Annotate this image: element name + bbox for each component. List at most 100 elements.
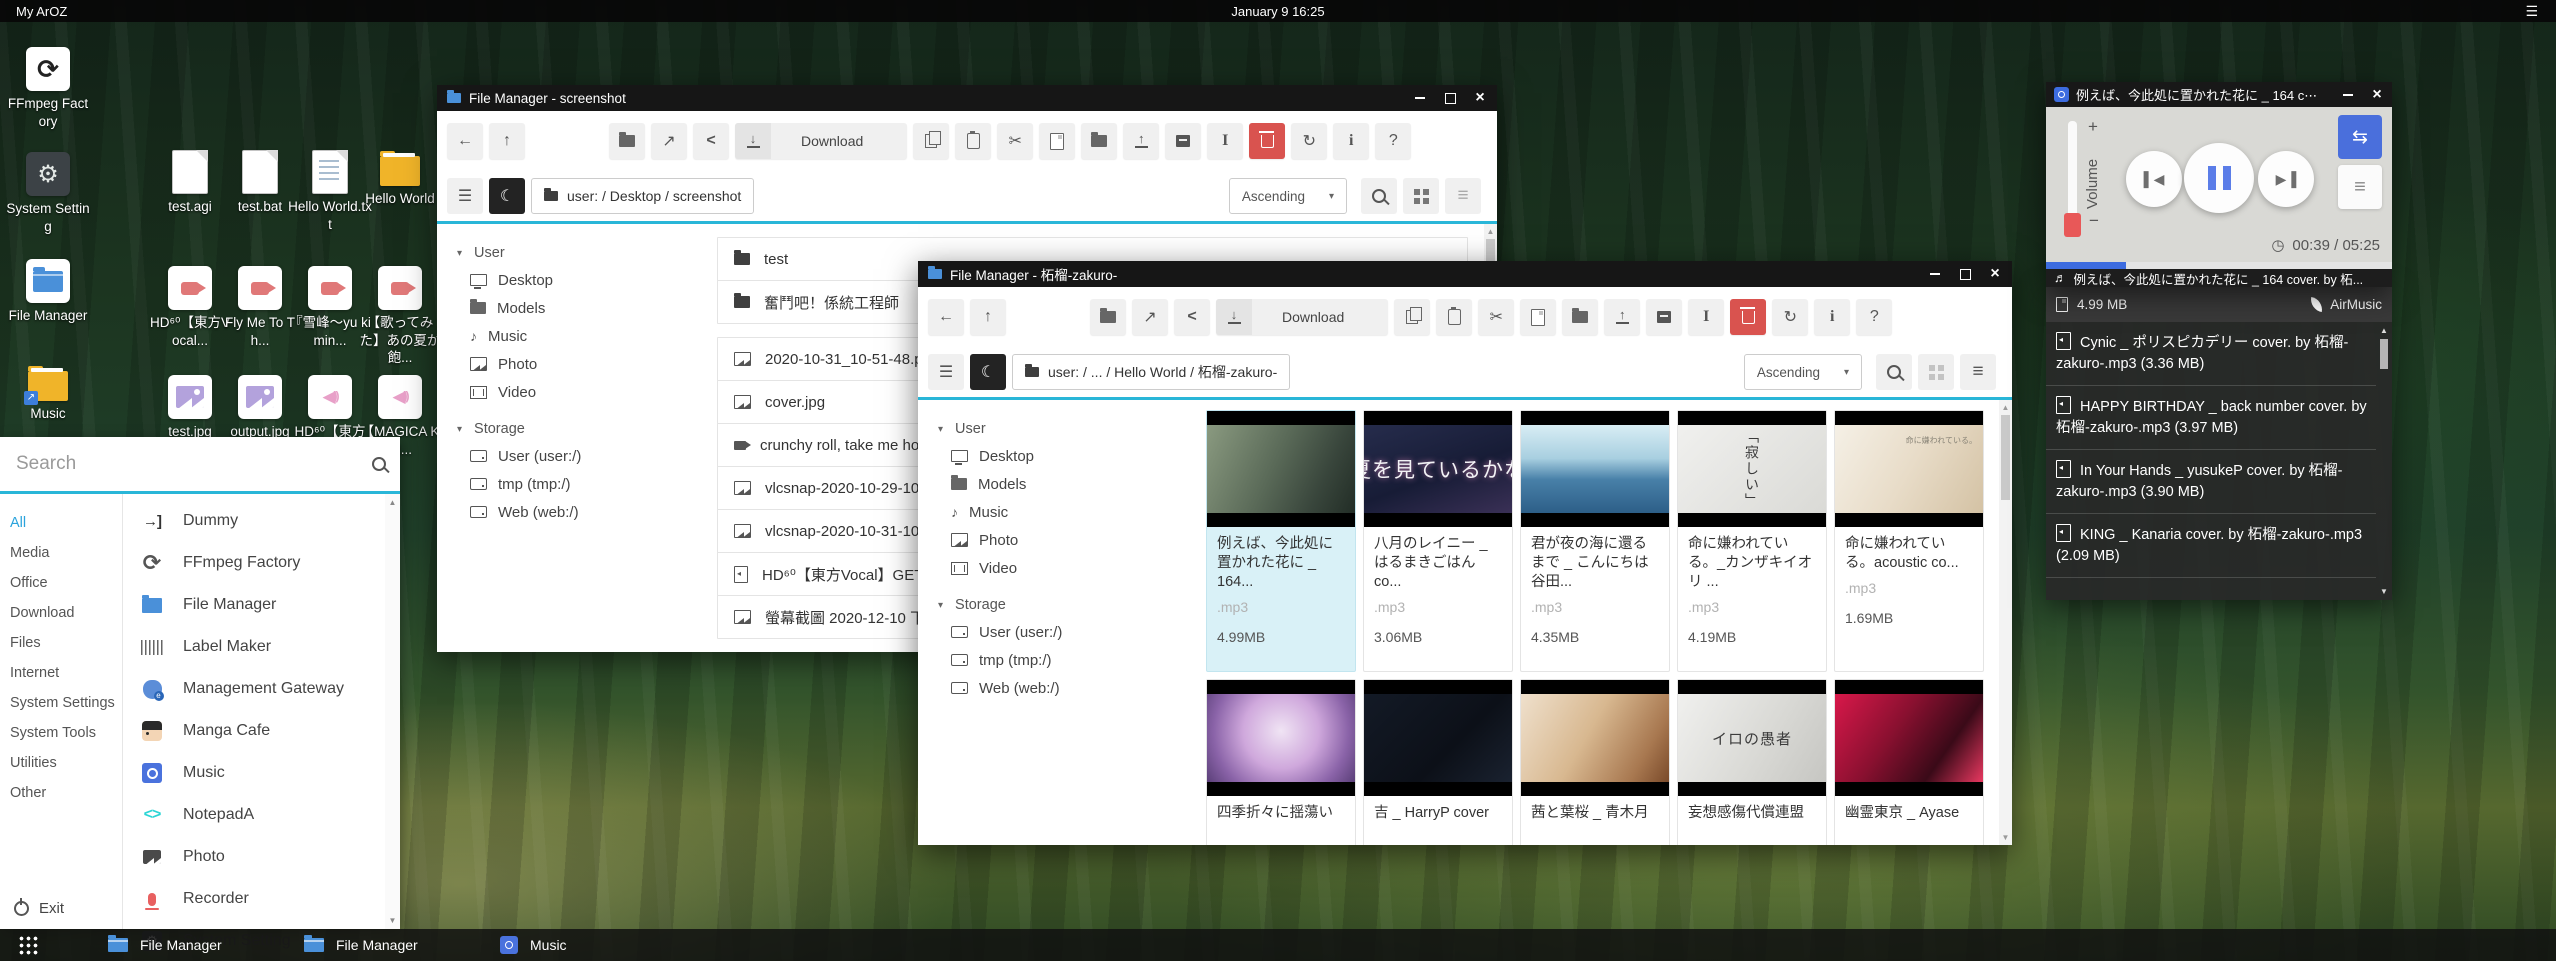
scroll-up-icon[interactable]: ▲ [2380,326,2388,335]
new-folder-button[interactable] [1562,299,1598,335]
title-bar[interactable]: File Manager - screenshot × [437,85,1497,111]
app-item-dummy[interactable]: →] Dummy [123,500,385,542]
list-view-button[interactable]: ≡ [1445,178,1481,214]
sidebar-item-models[interactable]: Models [938,470,1196,498]
top-menu-icon[interactable]: ☰ [2525,3,2538,20]
paste-button[interactable] [955,123,991,159]
info-button[interactable]: i [1814,299,1850,335]
sort-select[interactable]: Ascending ▾ [1744,354,1862,390]
info-button[interactable]: i [1333,123,1369,159]
volume-minus[interactable]: − [2089,211,2099,231]
tile-file[interactable]: 吉 _ HarryP cover [1363,679,1513,845]
menu-button[interactable]: ☰ [447,178,483,214]
open-external-button[interactable]: ↗ [1132,299,1168,335]
new-file-button[interactable] [1039,123,1075,159]
tile-file[interactable]: 幽霊東京 _ Ayase [1834,679,1984,845]
list-view-button[interactable]: ≡ [1960,354,1996,390]
sidebar-item-desktop[interactable]: Desktop [938,442,1196,470]
upload-button[interactable]: ↑ [1123,123,1159,159]
desktop-icon-helloworld-folder[interactable]: Hello World [357,152,443,208]
app-item-management-gateway[interactable]: Management Gateway [123,668,385,710]
refresh-button[interactable]: ↻ [1291,123,1327,159]
sidebar-group-user[interactable]: ▾User [457,240,705,266]
rename-button[interactable]: I [1207,123,1243,159]
search-button[interactable] [1361,178,1397,214]
new-file-button[interactable] [1520,299,1556,335]
scroll-down-icon[interactable]: ▼ [2002,833,2010,842]
minimize-button[interactable] [1413,91,1427,105]
sidebar-item-video[interactable]: Video [457,378,705,406]
scrollbar[interactable]: ▲ ▼ [1999,400,2012,845]
scroll-up-icon[interactable]: ▲ [2002,403,2010,412]
scroll-thumb[interactable] [2380,339,2388,369]
tile-file[interactable]: 四季折々に揺蕩い [1206,679,1356,845]
help-button[interactable]: ? [1856,299,1892,335]
menu-button[interactable]: ☰ [928,354,964,390]
desktop-icon-music-folder[interactable]: ↗ Music [5,367,91,423]
sidebar-item-video[interactable]: Video [938,554,1196,582]
title-bar[interactable]: 例えば、今此処に置かれた花に _ 164 c⋯ × [2046,82,2392,107]
playlist-item[interactable]: HAPPY BIRTHDAY _ back number cover. by柘榴… [2046,386,2376,450]
app-item-manga-cafe[interactable]: Manga Cafe [123,710,385,752]
cut-button[interactable]: ✂ [997,123,1033,159]
up-button[interactable]: ↑ [489,123,525,159]
sidebar-item-user-drive[interactable]: User (user:/) [457,442,705,470]
back-button[interactable]: ← [447,123,483,159]
category-system-settings[interactable]: System Settings [0,688,122,718]
app-item-ffmpeg-factory[interactable]: ⟳ FFmpeg Factory [123,542,385,584]
sidebar-item-tmp-drive[interactable]: tmp (tmp:/) [457,470,705,498]
category-media[interactable]: Media [0,538,122,568]
category-system-tools[interactable]: System Tools [0,718,122,748]
sidebar-item-web-drive[interactable]: Web (web:/) [457,498,705,526]
sidebar-item-music[interactable]: ♪Music [457,322,705,350]
upload-button[interactable]: ↑ [1604,299,1640,335]
share-button[interactable]: < [693,123,729,159]
progress-bar[interactable] [2046,262,2392,269]
copy-button[interactable] [1394,299,1430,335]
minimize-button[interactable] [2341,88,2355,102]
theme-toggle-button[interactable]: ☾ [489,178,525,214]
theme-toggle-button[interactable]: ☾ [970,354,1006,390]
sidebar-item-tmp-drive[interactable]: tmp (tmp:/) [938,646,1196,674]
maximize-button[interactable] [1958,267,1972,281]
next-button[interactable]: ▶▐ [2258,151,2314,207]
category-other[interactable]: Other [0,778,122,808]
scroll-up-icon[interactable]: ▲ [1487,227,1495,236]
scroll-down-icon[interactable]: ▼ [2380,587,2388,596]
tile-file[interactable]: 茜と葉桜 _ 青木月 [1520,679,1670,845]
open-button[interactable] [609,123,645,159]
grid-view-button[interactable] [1918,354,1954,390]
back-button[interactable]: ← [928,299,964,335]
app-item-file-manager[interactable]: File Manager [123,584,385,626]
scroll-thumb[interactable] [2001,415,2010,500]
category-download[interactable]: Download [0,598,122,628]
tile-file[interactable]: 君が夜の海に還るまで _ こんにちは谷田... .mp3 4.35MB [1520,410,1670,672]
playlist-toggle-button[interactable]: ≡ [2338,165,2382,209]
playlist-scrollbar[interactable]: ▲ ▼ [2376,322,2392,600]
breadcrumb[interactable]: user: / ... / Hello World / 柘榴-zakuro- [1012,354,1290,390]
volume-thumb[interactable] [2064,213,2081,237]
app-launcher-button[interactable] [18,935,38,955]
app-list-scrollbar[interactable]: ▲ ▼ [385,494,400,929]
sidebar-item-photo[interactable]: Photo [938,526,1196,554]
up-button[interactable]: ↑ [970,299,1006,335]
search-input[interactable] [14,452,372,476]
download-button[interactable]: ↓ Download [735,123,907,159]
category-files[interactable]: Files [0,628,122,658]
delete-button[interactable] [1249,123,1285,159]
playlist-item[interactable]: KING _ Kanaria cover. by 柘榴-zakuro-.mp3 … [2046,514,2376,578]
exit-button[interactable]: Exit [14,900,64,917]
category-all[interactable]: All [0,508,122,538]
playlist-item[interactable]: In Your Hands _ yusukeP cover. by 柘榴-zak… [2046,450,2376,514]
airmusic-button[interactable]: AirMusic [2310,297,2382,312]
title-bar[interactable]: File Manager - 柘榴-zakuro- × [918,261,2012,287]
sort-select[interactable]: Ascending ▾ [1229,178,1347,214]
paste-button[interactable] [1436,299,1472,335]
help-button[interactable]: ? [1375,123,1411,159]
search-icon[interactable] [372,457,386,471]
refresh-button[interactable]: ↻ [1772,299,1808,335]
search-button[interactable] [1876,354,1912,390]
category-office[interactable]: Office [0,568,122,598]
tile-file[interactable]: イロの愚者 妄想感傷代償連盟 [1677,679,1827,845]
playlist-item[interactable]: Cynic _ ポリスピカデリー cover. by 柘榴-zakuro-.mp… [2046,322,2376,386]
